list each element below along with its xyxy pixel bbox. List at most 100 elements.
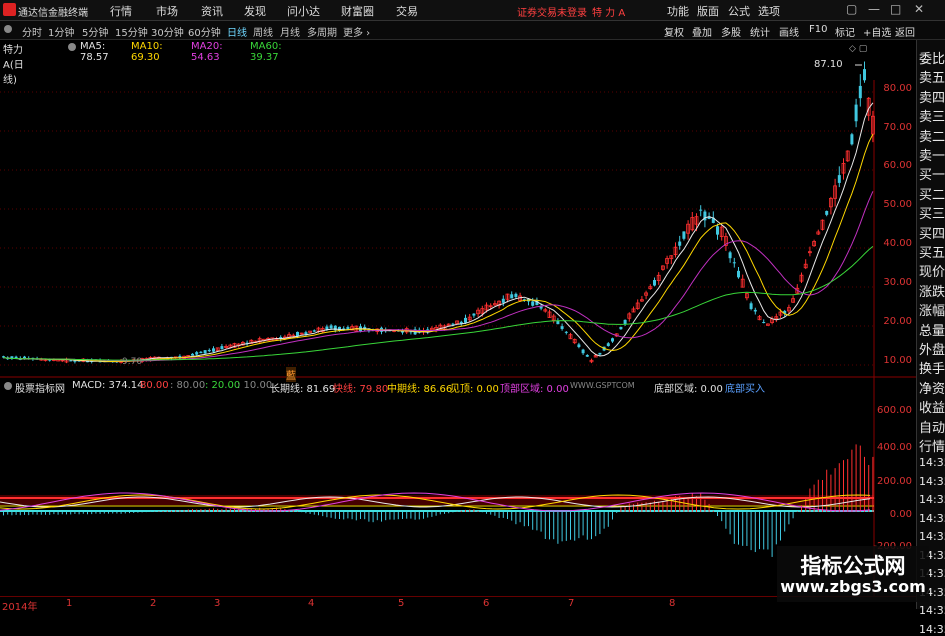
tab-weekly[interactable]: 周线 xyxy=(253,24,273,39)
menu-xuanxiang[interactable]: 选项 xyxy=(758,3,780,19)
candle-body xyxy=(728,252,732,259)
menu-bar: 通达信金融终端 行情 市场 资讯 发现 问小达 财富圈 交易 证券交易未登录 特… xyxy=(0,0,945,21)
minimize-icon[interactable]: — xyxy=(868,2,880,16)
restore-icon[interactable]: ▢ xyxy=(846,2,857,16)
jianding-label: 见顶: 0.00 xyxy=(450,384,499,395)
menu-gongshi[interactable]: 公式 xyxy=(728,3,750,19)
menu-wenxiaoda[interactable]: 问小达 xyxy=(287,3,320,19)
btn-biaoji[interactable]: 标记 xyxy=(835,24,855,39)
price-tick: 10.00 xyxy=(883,355,912,366)
date-tick: 2014年 xyxy=(2,602,38,613)
menu-jiaoyi[interactable]: 交易 xyxy=(396,3,418,19)
candle-body xyxy=(825,210,829,215)
level-20: : 20.00 xyxy=(205,380,241,391)
candle-body xyxy=(220,346,224,350)
candle-body xyxy=(472,313,476,316)
quote-field: 净资 xyxy=(919,381,945,397)
date-tick: 3 xyxy=(214,598,221,609)
candle-body xyxy=(564,331,568,333)
level-10: : 10.00 xyxy=(237,380,273,391)
quote-field: 卖一 xyxy=(919,149,945,164)
date-tick: 6 xyxy=(483,598,490,609)
watermark: 指标公式网 www.zbgs3.com xyxy=(777,546,929,602)
tab-more[interactable]: 更多 › xyxy=(343,24,370,39)
stock-name-top: 特 力 A xyxy=(592,8,626,19)
menu-faxian[interactable]: 发现 xyxy=(244,3,266,19)
menu-shichang[interactable]: 市场 xyxy=(156,3,178,19)
tab-multi-period[interactable]: 多周期 xyxy=(307,24,337,39)
tick-time: 14:35 xyxy=(919,530,945,543)
date-tick: 8 xyxy=(669,598,676,609)
candle-body xyxy=(212,348,215,352)
right-quote-panel: 委比 卖五 卖四 卖三 卖二 卖一 买一 买二 买三 买四 买五 现价 涨跌 涨幅 总量 外盘 换手 净资 收益 自动… xyxy=(916,40,945,636)
candle-body xyxy=(762,322,766,324)
tick-time: 14:35 xyxy=(919,474,945,488)
quote-field: 买四 xyxy=(919,226,945,242)
level-80b: : 80.00 xyxy=(170,380,206,391)
btn-tongji[interactable]: 统计 xyxy=(750,24,770,39)
tick-time: 14:35 xyxy=(919,493,945,506)
price-tick: 20.00 xyxy=(883,316,912,327)
kline-chart[interactable] xyxy=(0,40,916,596)
level-80: 80.00 xyxy=(140,380,169,391)
tab-1min[interactable]: 1分钟 xyxy=(48,24,74,39)
tab-30min[interactable]: 30分钟 xyxy=(151,24,184,39)
candle-body xyxy=(678,241,682,246)
candle-body xyxy=(464,317,467,323)
tick-time: 14:35 xyxy=(919,622,945,636)
candle-body xyxy=(329,325,333,329)
quote-field: 涨跌 xyxy=(919,284,945,300)
indicator-name[interactable]: 股票指标网 xyxy=(15,380,65,395)
menu-banmian[interactable]: 版面 xyxy=(697,3,719,19)
date-tick: 2 xyxy=(150,598,157,609)
btn-fanhui[interactable]: 返回 xyxy=(895,24,915,39)
high-price-label: 87.10 xyxy=(814,59,843,70)
price-tick: 50.00 xyxy=(883,199,912,210)
close-icon[interactable]: ✕ xyxy=(914,2,924,16)
ma5-line xyxy=(3,102,874,363)
date-tick: 7 xyxy=(568,598,575,609)
app-logo-icon xyxy=(3,3,16,16)
maximize-icon[interactable]: □ xyxy=(890,2,901,16)
candle-body xyxy=(682,231,686,239)
btn-huaxian[interactable]: 画线 xyxy=(779,24,799,39)
menu-caifuquan[interactable]: 财富圈 xyxy=(341,3,374,19)
quote-field[interactable]: 自动 xyxy=(919,417,945,436)
tab-monthly[interactable]: 月线 xyxy=(280,24,300,39)
expand-icon[interactable]: ◇ ▢ xyxy=(849,44,867,54)
indicator-settings-icon[interactable] xyxy=(4,382,12,390)
btn-f10[interactable]: F10 xyxy=(809,24,827,35)
quote-field: 收益 xyxy=(919,401,945,417)
candle-body xyxy=(581,349,585,354)
menu-gongneng[interactable]: 功能 xyxy=(667,3,689,19)
btn-diejia[interactable]: 叠加 xyxy=(692,24,712,39)
tick-time: 14:35 xyxy=(919,456,945,469)
candle-body xyxy=(191,353,194,356)
toggle-icon[interactable] xyxy=(4,25,12,33)
fast-line-label: 快线: 79.80 xyxy=(333,384,389,395)
tab-daily[interactable]: 日线 xyxy=(227,24,247,39)
btn-fuquan[interactable]: 复权 xyxy=(664,24,684,39)
btn-duogu[interactable]: 多股 xyxy=(721,24,741,39)
candle-body xyxy=(749,303,753,309)
tick-time: 14:35 xyxy=(919,604,945,617)
top-zone-label: 顶部区域: 0.00 xyxy=(500,384,569,395)
login-warning[interactable]: 证券交易未登录 xyxy=(517,4,587,19)
quote-field: 买二 xyxy=(919,187,945,203)
tab-60min[interactable]: 60分钟 xyxy=(188,24,221,39)
quote-field: 卖三 xyxy=(919,110,945,126)
tab-15min[interactable]: 15分钟 xyxy=(115,24,148,39)
quote-field: 委比 xyxy=(919,52,945,67)
btn-zixuan[interactable]: +自选 xyxy=(863,24,891,39)
quote-field: 买一 xyxy=(919,168,945,184)
candle-body xyxy=(199,351,203,354)
watermark-title: 指标公式网 xyxy=(800,554,906,578)
price-tick: 30.00 xyxy=(883,277,912,288)
tab-fenshi[interactable]: 分时 xyxy=(22,24,42,39)
menu-hangqing[interactable]: 行情 xyxy=(110,3,132,19)
quote-field[interactable]: 行情 xyxy=(919,436,945,455)
quote-field: 总量 xyxy=(919,323,945,339)
menu-zixun[interactable]: 资讯 xyxy=(201,3,223,19)
candle-body xyxy=(732,262,736,264)
tab-5min[interactable]: 5分钟 xyxy=(82,24,108,39)
